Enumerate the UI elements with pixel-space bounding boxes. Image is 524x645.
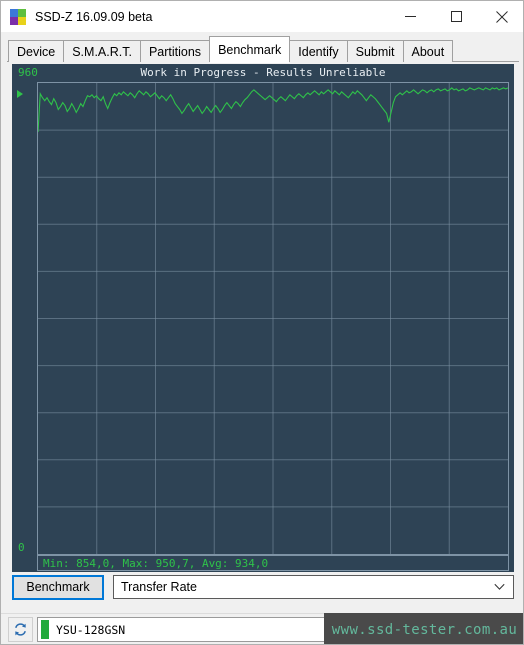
refresh-button[interactable]	[8, 617, 33, 642]
benchmark-button[interactable]: Benchmark	[12, 574, 104, 600]
benchmark-graph-panel: 960 Work in Progress - Results Unreliabl…	[12, 64, 514, 572]
content-body: 960 Work in Progress - Results Unreliabl…	[1, 62, 523, 613]
chevron-down-icon	[494, 583, 505, 590]
y-axis-min-label: 0	[18, 541, 25, 554]
maximize-icon	[450, 11, 462, 22]
title-bar: SSD-Z 16.09.09 beta	[1, 1, 523, 32]
close-button[interactable]	[479, 1, 523, 32]
tab-about[interactable]: About	[402, 40, 454, 62]
tab-partitions[interactable]: Partitions	[139, 40, 211, 62]
minimize-icon	[404, 16, 416, 17]
benchmark-controls-row: Benchmark Transfer Rate	[12, 574, 514, 600]
tab-label: Partitions	[148, 44, 202, 59]
benchmark-mode-select[interactable]: Transfer Rate	[113, 575, 514, 599]
minimize-button[interactable]	[387, 1, 433, 32]
tab-label: S.M.A.R.T.	[72, 44, 132, 59]
benchmark-stats-box: Min: 854,0, Max: 950,7, Avg: 934,0	[37, 555, 509, 571]
tab-s-m-a-r-t[interactable]: S.M.A.R.T.	[63, 40, 141, 62]
tab-identify[interactable]: Identify	[289, 40, 348, 62]
benchmark-warning-title: Work in Progress - Results Unreliable	[140, 66, 386, 79]
app-window: SSD-Z 16.09.09 beta Device S.M.A.R.T. Pa…	[0, 0, 524, 645]
transfer-rate-chart	[38, 83, 508, 554]
play-marker-icon	[17, 90, 23, 98]
drive-name-label: YSU-128GSN	[56, 622, 126, 637]
watermark-overlay: www.ssd-tester.com.au	[324, 613, 523, 644]
close-icon	[496, 10, 508, 23]
tab-benchmark[interactable]: Benchmark	[209, 36, 291, 63]
tab-label: Identify	[298, 44, 339, 59]
tab-label: Submit	[355, 44, 395, 59]
benchmark-mode-value: Transfer Rate	[121, 580, 197, 594]
plot-area	[37, 82, 509, 555]
tab-label: Benchmark	[218, 42, 282, 57]
chart-gridlines	[38, 83, 508, 554]
tab-submit[interactable]: Submit	[346, 40, 404, 62]
drive-health-indicator	[41, 620, 49, 639]
watermark-text: www.ssd-tester.com.au	[331, 621, 518, 638]
window-title: SSD-Z 16.09.09 beta	[35, 9, 153, 24]
tab-device[interactable]: Device	[8, 40, 65, 62]
window-controls	[387, 1, 523, 32]
tab-label: About	[411, 44, 445, 59]
tab-strip: Device S.M.A.R.T. Partitions Benchmark Ident…	[1, 32, 523, 63]
refresh-icon	[15, 623, 26, 636]
benchmark-stats-text: Min: 854,0, Max: 950,7, Avg: 934,0	[43, 556, 269, 570]
tab-list: Device S.M.A.R.T. Partitions Benchmark Ident…	[8, 36, 454, 63]
app-logo-icon	[10, 8, 26, 25]
tab-label: Device	[17, 44, 56, 59]
maximize-button[interactable]	[433, 1, 479, 32]
